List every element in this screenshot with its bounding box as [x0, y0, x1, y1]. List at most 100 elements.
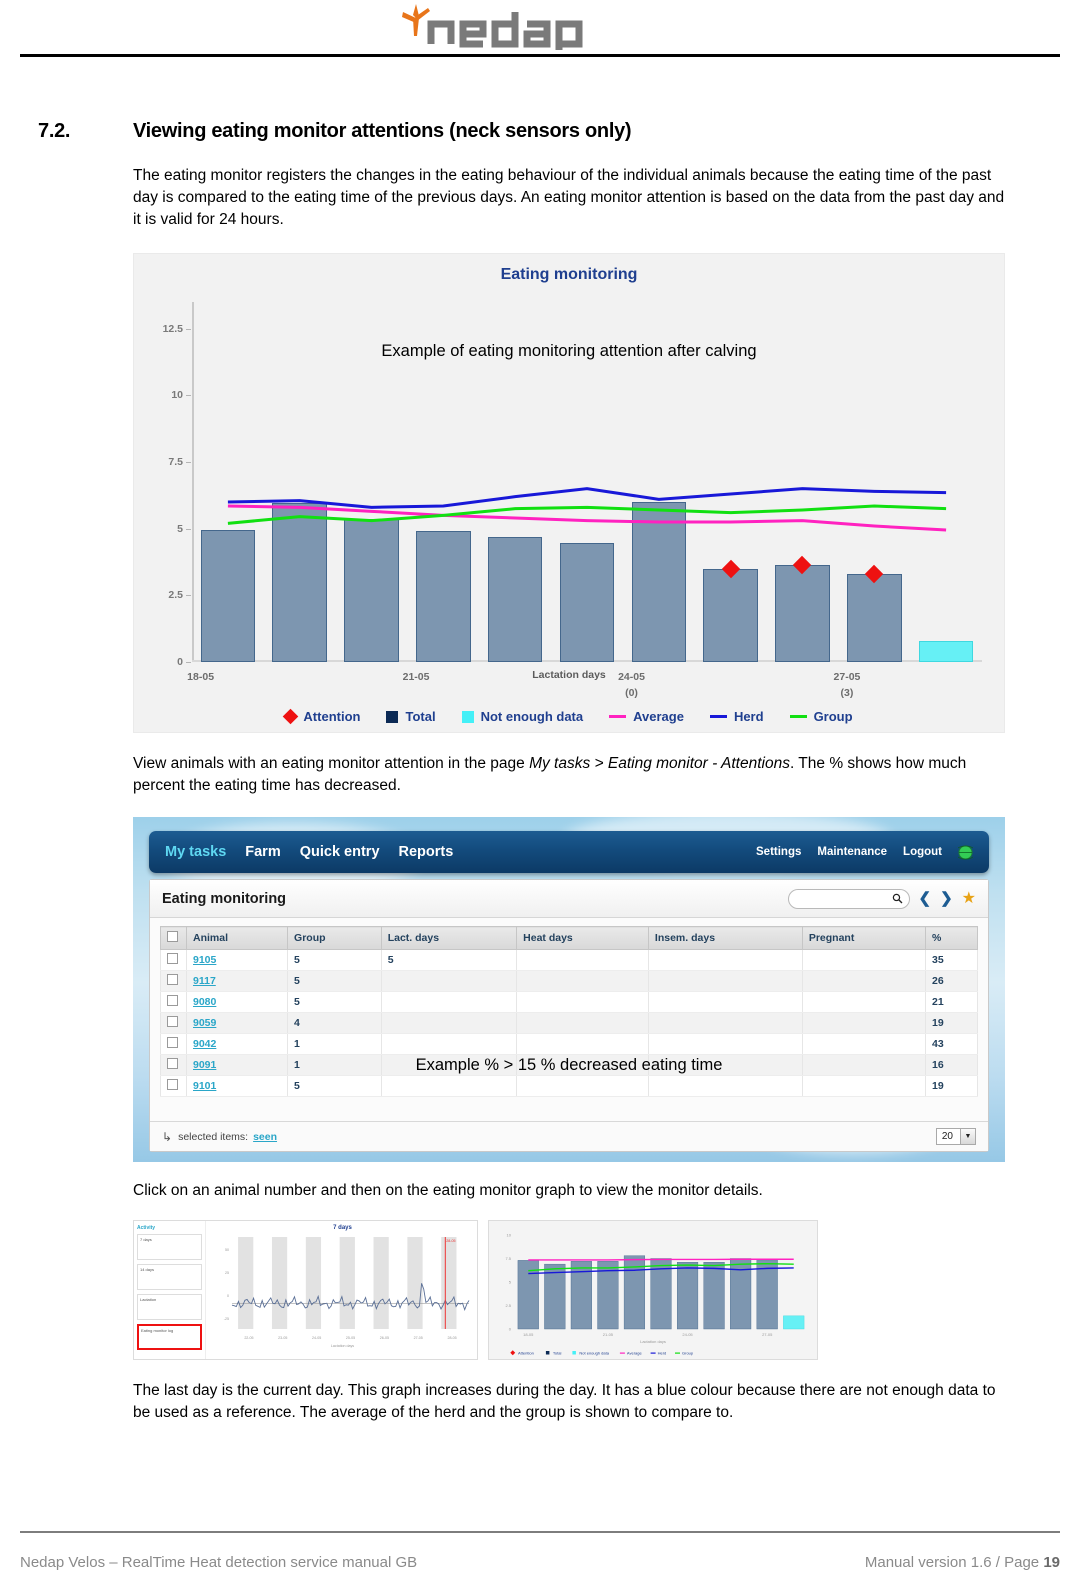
row-checkbox-cell[interactable] [160, 970, 187, 992]
column-header-pregnant[interactable]: Pregnant [801, 926, 926, 950]
nav-item-my-tasks[interactable]: My tasks [165, 844, 226, 860]
page-size-select[interactable]: 20 ▼ [935, 1128, 976, 1145]
nav-item-settings[interactable]: Settings [756, 846, 801, 858]
row-checkbox[interactable] [167, 1016, 178, 1027]
animal-link[interactable]: 9042 [193, 1038, 216, 1050]
y-tick: 7.5 [168, 456, 192, 468]
cell-animal[interactable]: 9117 [185, 970, 289, 992]
legend-label: Group [813, 709, 853, 724]
row-checkbox[interactable] [167, 953, 178, 964]
prev-button[interactable]: ❮ [919, 891, 932, 906]
chevron-down-icon[interactable]: ▼ [960, 1129, 975, 1144]
cell-group: 5 [287, 1075, 382, 1097]
table-row[interactable]: 9059 4 19 [160, 1012, 979, 1034]
footer-page-number: 19 [1043, 1554, 1060, 1571]
page-footer: Nedap Velos – RealTime Heat detection se… [20, 1554, 1060, 1571]
thumb-legend-label: Total [553, 1351, 562, 1356]
panel-header: Eating monitoring ❮ ❯ ★ [150, 880, 988, 918]
footer-right: Manual version 1.6 / Page 19 [865, 1554, 1060, 1571]
sidebar-card-14-days[interactable]: 14 days [137, 1264, 202, 1290]
chart-series-lines [227, 487, 947, 532]
cell-animal[interactable]: 9105 [185, 949, 289, 971]
legend-marker-square-icon [386, 710, 399, 723]
nav-item-reports[interactable]: Reports [399, 844, 454, 860]
panel-title: Eating monitoring [162, 890, 287, 907]
column-header-select[interactable] [160, 926, 187, 950]
animal-link[interactable]: 9101 [193, 1080, 216, 1092]
nav-item-logout[interactable]: Logout [903, 846, 942, 858]
row-checkbox-cell[interactable] [160, 991, 187, 1013]
cell-animal[interactable]: 9101 [185, 1075, 289, 1097]
cell-insem-days [647, 1033, 803, 1055]
cell-pregnant [801, 1075, 926, 1097]
cell-insem-days [647, 1012, 803, 1034]
column-header-animal[interactable]: Animal [185, 926, 289, 950]
table-row[interactable]: 9080 5 21 [160, 991, 979, 1013]
cell-animal[interactable]: 9080 [185, 991, 289, 1013]
cell-lact-days [380, 1033, 518, 1055]
globe-icon[interactable] [954, 844, 977, 860]
column-header-group[interactable]: Group [287, 926, 382, 950]
animal-link[interactable]: 9059 [193, 1017, 216, 1029]
nav-item-maintenance[interactable]: Maintenance [817, 846, 887, 858]
x-tick: 27-05 (3) [833, 671, 861, 700]
row-checkbox-cell[interactable] [160, 949, 187, 971]
sidebar-card-label: 7 days [140, 1237, 152, 1242]
table-row[interactable]: 9101 5 19 [160, 1075, 979, 1097]
column-header-heat-days[interactable]: Heat days [516, 926, 649, 950]
x-tick-label: 25-05 [346, 1336, 355, 1340]
next-button[interactable]: ❯ [940, 891, 953, 906]
thumb-axis-title: Lactation days [640, 1339, 666, 1344]
legend-item: Average [609, 709, 684, 724]
select-all-checkbox[interactable] [167, 931, 178, 942]
eating-monitor-detail-thumbnail[interactable]: 10 7.5 5 2.5 0 18-05 21-05 24-05 27-05 Lactation … [488, 1220, 818, 1360]
favorite-star-icon[interactable]: ★ [962, 890, 976, 907]
table-row[interactable]: 9042 1 43 [160, 1033, 979, 1055]
animal-link[interactable]: 9080 [193, 996, 216, 1008]
search-input[interactable] [787, 888, 910, 909]
panel-toolbar: ❮ ❯ ★ [787, 888, 976, 909]
cell-heat-days [516, 1012, 649, 1034]
section-heading: 7.2. Viewing eating monitor attentions (… [38, 120, 1042, 143]
sidebar-card-lactation[interactable]: Lactation [137, 1294, 202, 1320]
axis-title: Lactation days [331, 1344, 354, 1348]
animal-link[interactable]: 9105 [193, 954, 216, 966]
y-tick-label: -25 [224, 1317, 229, 1321]
row-checkbox[interactable] [167, 1079, 178, 1090]
column-header-[interactable]: % [924, 926, 979, 950]
thumb-x-tick: 18-05 [523, 1332, 534, 1337]
app-content-panel: Eating monitoring ❮ ❯ ★ Animal Group Lact.… [149, 879, 989, 1152]
cell-animal[interactable]: 9059 [185, 1012, 289, 1034]
legend-marker-line-icon [789, 715, 807, 718]
column-header-lact-days[interactable]: Lact. days [380, 926, 518, 950]
row-checkbox-cell[interactable] [160, 1033, 187, 1055]
nedap-logo [375, 2, 705, 50]
row-checkbox[interactable] [167, 995, 178, 1006]
last-day-paragraph: The last day is the current day. This gr… [133, 1382, 996, 1421]
app-overlay-caption: Example % > 15 % decreased eating time [415, 1056, 723, 1074]
legend-label: Total [405, 709, 436, 724]
cell-pregnant [801, 949, 926, 971]
eating-monitoring-app-screenshot: My tasks Farm Quick entry Reports Settings M… [133, 817, 1005, 1162]
sidebar-card-eating-monitor-log[interactable]: Eating monitor log [137, 1324, 202, 1350]
animal-link[interactable]: 9117 [193, 975, 216, 987]
x-tick-label: 27-05 [414, 1336, 423, 1340]
row-checkbox-cell[interactable] [160, 1075, 187, 1097]
column-header-insem-days[interactable]: Insem. days [647, 926, 803, 950]
nav-item-farm[interactable]: Farm [245, 844, 280, 860]
activity-detail-thumbnail[interactable]: Activity 7 days 14 days Lactation Eating mo… [133, 1220, 478, 1360]
table-row[interactable]: 9105 5 5 35 [160, 949, 979, 971]
navbar-primary-items: My tasks Farm Quick entry Reports [165, 844, 453, 860]
seen-link[interactable]: seen [253, 1131, 277, 1143]
table-row[interactable]: 9117 5 26 [160, 970, 979, 992]
row-checkbox[interactable] [167, 974, 178, 985]
night-band [407, 1237, 423, 1329]
sidebar-card-7-days[interactable]: 7 days [137, 1234, 202, 1260]
table-container: Animal Group Lact. days Heat days Insem. day… [150, 918, 988, 1121]
cell-animal[interactable]: 9042 [185, 1033, 289, 1055]
nav-item-quick-entry[interactable]: Quick entry [300, 844, 380, 860]
thumb-legend-label: Average [627, 1351, 643, 1356]
cell-heat-days [516, 1075, 649, 1097]
row-checkbox-cell[interactable] [160, 1012, 187, 1034]
row-checkbox[interactable] [167, 1037, 178, 1048]
